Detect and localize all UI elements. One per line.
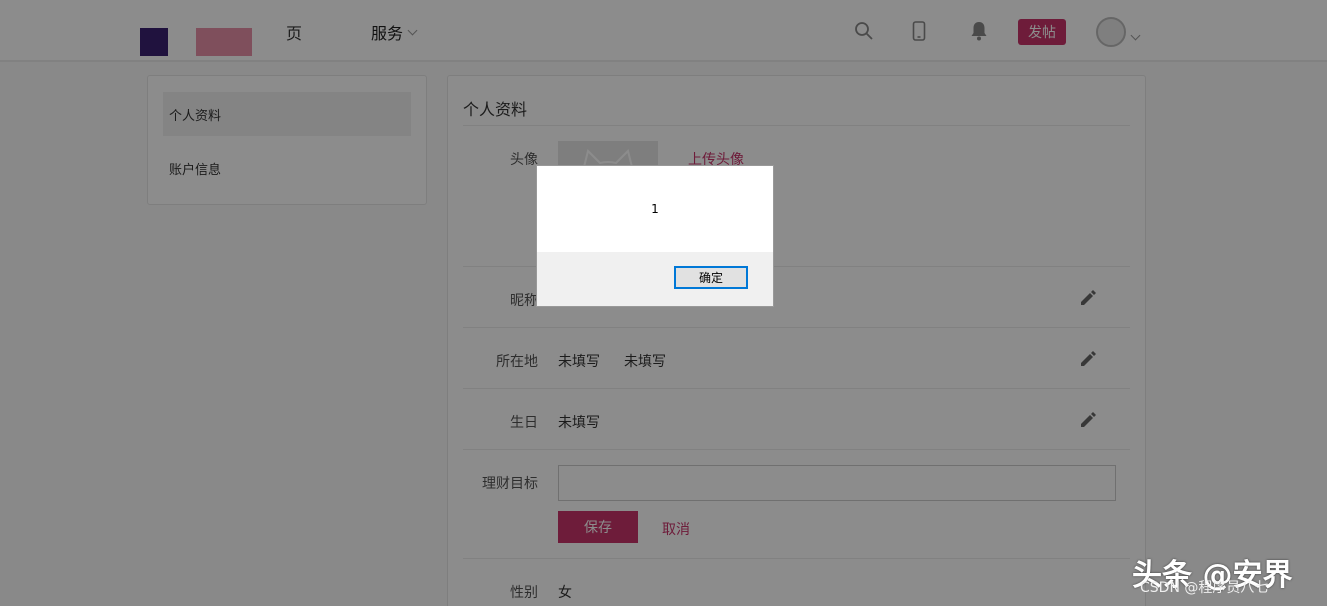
watermark-sub: CSDN @程序员八七 bbox=[1140, 580, 1269, 596]
alert-message: 1 bbox=[651, 202, 659, 216]
alert-dialog: 1 确定 bbox=[536, 165, 774, 307]
alert-dialog-body: 1 bbox=[537, 166, 773, 252]
ok-button[interactable]: 确定 bbox=[674, 266, 748, 289]
